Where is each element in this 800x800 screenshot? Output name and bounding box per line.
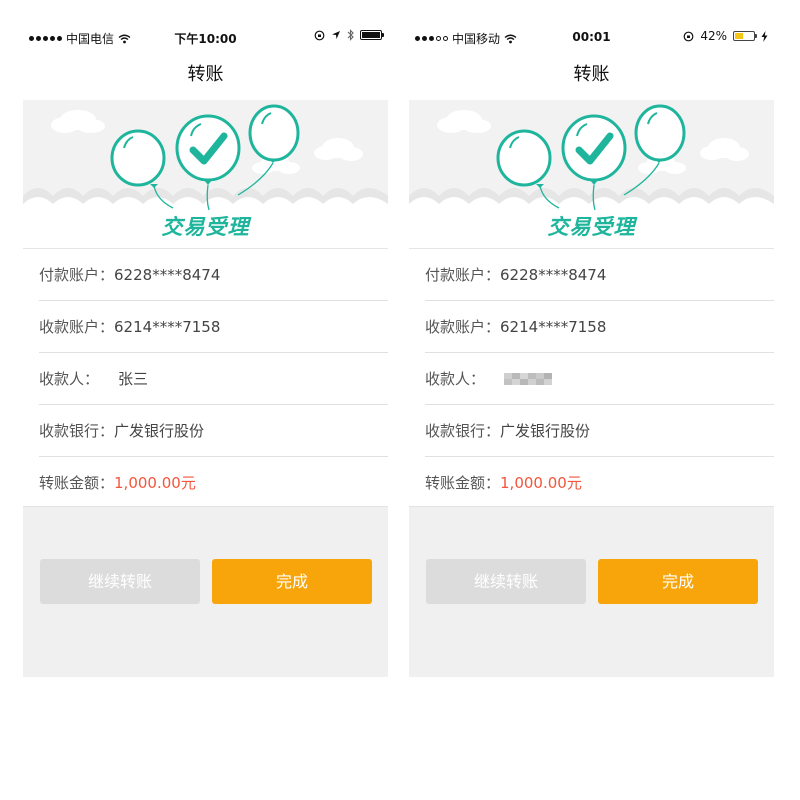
transfer-amount: 1,000.00元	[500, 474, 582, 492]
row-value: 广发银行股份	[500, 422, 591, 440]
row-value: 6214****7158	[500, 317, 607, 336]
balloon-icon	[634, 104, 686, 163]
done-button[interactable]: 完成	[598, 559, 758, 604]
row-label: 收款银行：	[425, 422, 501, 440]
transfer-info-list: 付款账户： 6228****8474 收款账户： 6214****7158 收款…	[409, 248, 774, 508]
list-item: 付款账户： 6228****8474	[39, 249, 388, 301]
bluetooth-icon	[347, 29, 354, 41]
transfer-info-list: 付款账户： 6228****8474 收款账户： 6214****7158 收款…	[23, 248, 388, 508]
page-title: 转账	[573, 64, 610, 85]
charging-bolt-icon	[761, 30, 768, 42]
row-label: 收款账户：	[425, 318, 501, 336]
row-label: 付款账户：	[39, 266, 115, 284]
balloon-icon	[248, 104, 300, 163]
transfer-amount: 1,000.00元	[114, 474, 196, 492]
list-item: 收款人：	[425, 353, 774, 405]
orientation-lock-icon	[683, 31, 694, 42]
list-item: 收款银行： 广发银行股份	[39, 405, 388, 457]
banner-title: 交易受理	[547, 215, 636, 239]
balloon-icon	[496, 129, 552, 188]
done-button[interactable]: 完成	[212, 559, 372, 604]
list-item: 付款账户： 6228****8474	[425, 249, 774, 301]
row-value: 广发银行股份	[114, 422, 205, 440]
continue-transfer-button[interactable]: 继续转账	[426, 559, 586, 604]
redacted-payee-name	[504, 371, 552, 386]
row-label: 收款人：	[425, 370, 486, 388]
battery-icon	[733, 31, 757, 41]
banner-title: 交易受理	[161, 215, 250, 239]
list-item: 收款账户： 6214****7158	[425, 301, 774, 353]
row-label: 收款人：	[39, 370, 100, 388]
balloon-icon	[175, 114, 241, 185]
list-item: 转账金额： 1,000.00元	[39, 457, 388, 508]
balloon-icon	[561, 114, 627, 185]
list-item: 转账金额： 1,000.00元	[425, 457, 774, 508]
continue-transfer-button[interactable]: 继续转账	[40, 559, 200, 604]
location-arrow-icon	[331, 30, 341, 40]
status-bar: 中国电信 下午10:00	[23, 22, 388, 52]
action-area: 继续转账 完成	[23, 506, 388, 677]
phone-screen-left: 中国电信 下午10:00 转账 交易受理 付款账户： 6228****8474 …	[23, 22, 388, 677]
row-label: 转账金额：	[425, 474, 501, 492]
list-item: 收款银行： 广发银行股份	[425, 405, 774, 457]
status-bar: 中国移动 00:01 42%	[409, 22, 774, 52]
page-title: 转账	[187, 64, 224, 85]
row-label: 收款银行：	[39, 422, 115, 440]
phone-screen-right: 中国移动 00:01 42% 转账 交易受理 付款账户： 6228****847…	[409, 22, 774, 677]
cloud-icon	[700, 138, 749, 161]
success-banner: 交易受理	[409, 100, 774, 248]
row-value: 张三	[118, 370, 149, 388]
orientation-lock-icon	[314, 30, 325, 41]
row-label: 付款账户：	[425, 266, 501, 284]
balloon-icon	[110, 129, 166, 188]
list-item: 收款人： 张三	[39, 353, 388, 405]
row-label: 转账金额：	[39, 474, 115, 492]
cloud-icon	[51, 110, 105, 133]
success-banner: 交易受理	[23, 100, 388, 248]
list-item: 收款账户： 6214****7158	[39, 301, 388, 353]
cloud-icon	[314, 138, 363, 161]
row-value: 6228****8474	[114, 265, 221, 284]
action-area: 继续转账 完成	[409, 506, 774, 677]
row-value: 6228****8474	[500, 265, 607, 284]
cloud-icon	[437, 110, 491, 133]
battery-icon	[360, 30, 384, 40]
battery-percent: 42%	[700, 29, 727, 43]
row-label: 收款账户：	[39, 318, 115, 336]
row-value: 6214****7158	[114, 317, 221, 336]
